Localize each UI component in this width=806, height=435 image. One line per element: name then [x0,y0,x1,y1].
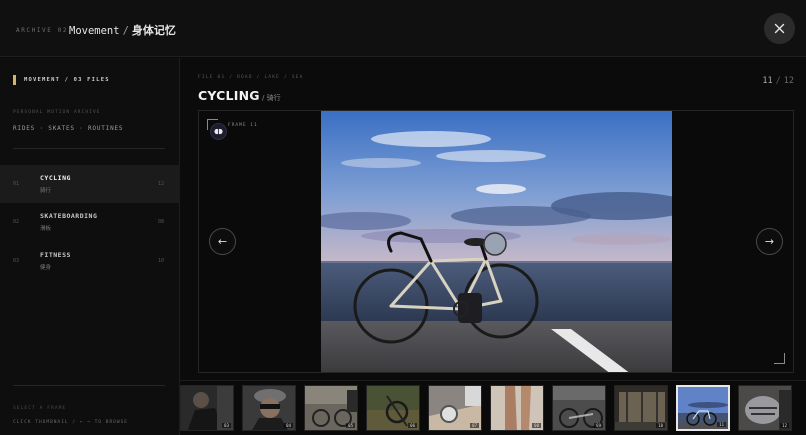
thumbnail-strip: 03 04 05 06 07 08 09 10 11 12 [180,380,806,435]
sidebar-item-label: SKATEBOARDING [40,212,98,220]
sidebar-tags: RIDES · SKATES · ROUTINES [13,125,124,132]
thumbnail-number: 11 [717,422,726,427]
arrow-left-icon: ← [217,235,228,248]
viewer-title-sub: / 骑行 [262,94,281,102]
thumbnail[interactable]: 10 [614,385,668,431]
thumbnail[interactable]: 05 [304,385,358,431]
sidebar-item-cn: 骑行 [40,188,52,194]
title-en: Movement [69,25,120,37]
counter-current: 11 [762,76,773,86]
page-title: Movement / 身体记忆 [69,22,176,38]
viewer-title: CYCLING [198,88,260,103]
prev-button[interactable]: ← [209,228,236,255]
thumbnail-number: 10 [656,423,665,428]
main-photo [321,111,672,372]
brain-icon-button[interactable] [210,123,227,140]
frame-label: FRAME 11 [228,123,258,128]
image-viewer: FRAME 11 ← → [198,110,794,373]
sidebar-item-number: 02 [13,219,20,225]
close-button[interactable] [764,13,795,44]
file-meta: FILE 01 / ROAD / LAKE / SEA [198,75,304,80]
archive-label: ARCHIVE 02 [16,27,69,34]
thumbnail-number: 12 [780,423,789,428]
title-cn: 身体记忆 [131,24,176,37]
frame-counter: 11/12 [762,76,794,86]
accent-bar [13,75,16,85]
thumbnail-active[interactable]: 11 [676,385,730,431]
sidebar-heading-text: MOVEMENT / 03 FILES [24,77,110,83]
sidebar-item-label: CYCLING [40,174,71,182]
sidebar-item-number: 01 [13,181,20,187]
bike-sea-photo [321,111,672,372]
frame-corner-bottom-right [774,353,785,364]
thumbnail-number: 04 [284,423,293,428]
sidebar: MOVEMENT / 03 FILES PERSONAL MOTION ARCH… [0,58,180,435]
thumbnail-number: 06 [408,423,417,428]
thumbnail-number: 03 [222,423,231,428]
close-icon [774,23,785,34]
thumbnail[interactable]: 08 [490,385,544,431]
sidebar-item-number: 03 [13,258,20,264]
sidebar-item-count: 12 [157,181,164,187]
sidebar-item-cn: 滑板 [40,226,52,232]
thumbnail-number: 08 [532,423,541,428]
thumbnail[interactable]: 04 [242,385,296,431]
top-bar: ARCHIVE 02 Movement / 身体记忆 [0,0,806,57]
next-button[interactable]: → [756,228,783,255]
divider [13,148,165,149]
thumbnail-number: 09 [594,423,603,428]
counter-total: 12 [783,76,794,86]
counter-separator: / [775,76,781,86]
sidebar-heading: MOVEMENT / 03 FILES [13,75,110,85]
thumbnail[interactable]: 12 [738,385,792,431]
sidebar-item-cn: 健身 [40,265,52,271]
footer-hint: CLICK THUMBNAIL / ← → TO BROWSE [13,420,128,425]
sidebar-item-count: 08 [157,219,164,225]
brain-icon [214,128,223,135]
thumbnail[interactable]: 03 [180,385,234,431]
sidebar-item-skateboarding[interactable]: 02 SKATEBOARDING 滑板 08 [0,203,180,241]
thumbnail-number: 05 [346,423,355,428]
arrow-right-icon: → [764,235,775,248]
thumbnail-number: 07 [470,423,479,428]
sidebar-item-count: 10 [157,258,164,264]
sidebar-item-cycling[interactable]: 01 CYCLING 骑行 12 [0,165,180,203]
divider [13,385,165,386]
thumbnail[interactable]: 07 [428,385,482,431]
thumbnail[interactable]: 09 [552,385,606,431]
sidebar-item-fitness[interactable]: 03 FITNESS 健身 10 [0,242,180,280]
thumbnail[interactable]: 06 [366,385,420,431]
sidebar-item-label: FITNESS [40,251,71,259]
title-separator: / [122,25,129,37]
sidebar-subtitle: PERSONAL MOTION ARCHIVE [13,110,101,115]
footer-title: SELECT A FRAME [13,406,67,411]
